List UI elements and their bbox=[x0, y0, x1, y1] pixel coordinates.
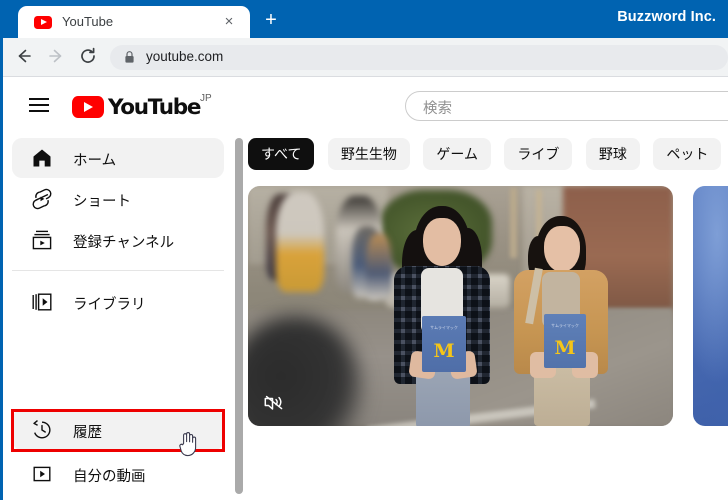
tab-title: YouTube bbox=[62, 14, 114, 29]
youtube-masthead: YouTube JP 検索 bbox=[3, 78, 728, 134]
close-icon[interactable]: × bbox=[220, 13, 238, 31]
chip-gaming[interactable]: ゲーム bbox=[423, 138, 491, 170]
thumbnail-image bbox=[693, 186, 728, 426]
sidebar-scrollbar[interactable] bbox=[232, 134, 247, 500]
sidebar-item-your-videos[interactable]: 自分の動画 bbox=[12, 454, 224, 494]
home-icon bbox=[30, 146, 54, 170]
video-feed: すべて 野生生物 ゲーム ライブ 野球 ペット サムライマック M サムライマッ… bbox=[248, 134, 728, 500]
sidebar-label: 自分の動画 bbox=[73, 469, 146, 485]
window-app-title: Buzzword Inc. bbox=[617, 9, 716, 25]
forward-arrow-icon bbox=[44, 46, 68, 70]
youtube-logo-country: JP bbox=[200, 93, 212, 104]
library-icon bbox=[30, 290, 54, 314]
product-bag-left: サムライマック M bbox=[422, 316, 466, 372]
browser-toolbar: youtube.com bbox=[0, 38, 728, 77]
url-text: youtube.com bbox=[146, 49, 224, 64]
product-bag-right: サムライマック M bbox=[544, 314, 586, 368]
chip-live[interactable]: ライブ bbox=[504, 138, 573, 170]
sidebar-item-subscriptions[interactable]: 登録チャンネル bbox=[12, 220, 224, 260]
browser-tab-youtube[interactable]: YouTube × bbox=[18, 6, 250, 38]
person-right: サムライマック M bbox=[510, 212, 614, 426]
sidebar-item-home[interactable]: ホーム bbox=[12, 138, 224, 178]
back-arrow-icon[interactable] bbox=[12, 46, 36, 70]
mute-icon[interactable] bbox=[262, 390, 286, 414]
your-videos-icon bbox=[30, 462, 54, 486]
video-thumbnail-1[interactable]: サムライマック M サムライマック M bbox=[248, 186, 673, 426]
browser-window: YouTube × + Buzzword Inc. youtube.com Yo… bbox=[0, 0, 728, 500]
search-placeholder: 検索 bbox=[423, 101, 452, 117]
person-left: サムライマック M bbox=[388, 204, 496, 426]
youtube-play-icon bbox=[72, 96, 104, 118]
sidebar-label: ライブラリ bbox=[73, 297, 146, 313]
sidebar-label: ホーム bbox=[73, 153, 117, 169]
filter-chip-row: すべて 野生生物 ゲーム ライブ 野球 ペット bbox=[248, 138, 728, 174]
subscriptions-icon bbox=[30, 228, 54, 252]
sidebar-label: ショート bbox=[73, 194, 131, 210]
window-frame-left bbox=[0, 38, 3, 500]
sidebar-scrollbar-thumb[interactable] bbox=[235, 138, 243, 494]
sidebar-item-library[interactable]: ライブラリ bbox=[12, 282, 224, 322]
new-tab-button[interactable]: + bbox=[260, 10, 282, 32]
sidebar-label: 履歴 bbox=[73, 425, 102, 441]
bag-logo: M bbox=[433, 339, 455, 362]
window-title-bar: YouTube × + Buzzword Inc. bbox=[0, 0, 728, 38]
shorts-icon bbox=[30, 187, 54, 211]
sidebar-label: 登録チャンネル bbox=[73, 235, 175, 251]
hamburger-menu-icon[interactable] bbox=[27, 95, 51, 115]
sidebar: ホーム ショート 登録チャンネル ライブラリ 履歴 自分の動画 bbox=[3, 134, 232, 500]
sidebar-item-shorts[interactable]: ショート bbox=[12, 179, 224, 219]
lock-icon bbox=[124, 50, 134, 64]
thumbnail-image: サムライマック M サムライマック M bbox=[248, 186, 673, 426]
bag-text: サムライマック bbox=[551, 322, 579, 328]
sidebar-item-history[interactable]: 履歴 bbox=[12, 410, 224, 450]
video-thumbnail-2[interactable] bbox=[693, 186, 728, 426]
reload-icon[interactable] bbox=[76, 46, 100, 70]
sidebar-item-watch-later[interactable]: 後で見る bbox=[12, 494, 224, 500]
chip-wildlife[interactable]: 野生生物 bbox=[327, 138, 410, 170]
bag-text: サムライマック bbox=[430, 324, 458, 330]
chip-all[interactable]: すべて bbox=[248, 138, 315, 170]
history-icon bbox=[30, 418, 54, 442]
youtube-logo-text: YouTube bbox=[108, 95, 201, 120]
sidebar-divider bbox=[12, 270, 224, 271]
address-bar[interactable]: youtube.com bbox=[110, 45, 728, 70]
web-page-content: YouTube JP 検索 ホーム ショート 登録チャンネル ライブラリ 履歴 … bbox=[3, 78, 728, 500]
thumbnail-row: サムライマック M サムライマック M bbox=[248, 186, 728, 432]
search-input[interactable]: 検索 bbox=[405, 91, 728, 121]
bag-logo: M bbox=[554, 336, 576, 359]
chip-pets[interactable]: ペット bbox=[653, 138, 722, 170]
chip-baseball[interactable]: 野球 bbox=[585, 138, 640, 170]
youtube-favicon-icon bbox=[34, 16, 52, 29]
